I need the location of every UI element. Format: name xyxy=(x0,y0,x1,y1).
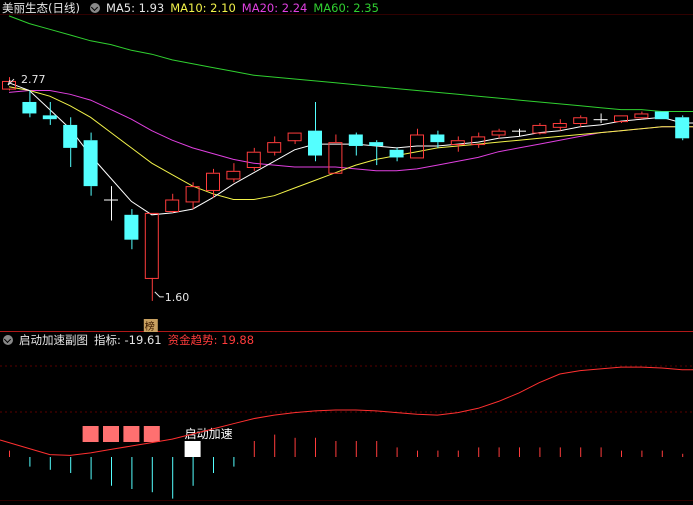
candle xyxy=(654,111,669,120)
candle xyxy=(124,214,139,240)
candle xyxy=(226,170,241,180)
signal-block xyxy=(123,426,140,442)
candle xyxy=(287,132,302,142)
candle xyxy=(165,199,180,212)
index-value-label: 指标: -19.61 xyxy=(94,333,162,347)
candle xyxy=(593,119,608,121)
candle xyxy=(206,172,220,191)
candle xyxy=(491,130,506,136)
candle xyxy=(63,124,78,148)
candle xyxy=(552,123,567,128)
candle xyxy=(267,142,282,153)
signal-block xyxy=(82,426,99,442)
ma60-line xyxy=(8,15,693,112)
chart-canvas: 2.771.60榜启动加速 xyxy=(0,14,693,501)
price-legend: 美丽生态(日线) MA5: 1.93 MA10: 2.10 MA20: 2.24… xyxy=(0,0,385,16)
candle xyxy=(185,186,200,203)
signal-block xyxy=(103,426,119,442)
ma60-label: MA60: 2.35 xyxy=(313,1,379,15)
indicator-settings-icon[interactable] xyxy=(3,335,13,345)
candle xyxy=(634,113,649,119)
candle xyxy=(573,117,588,125)
candle xyxy=(42,115,57,120)
candle xyxy=(308,130,322,156)
start-signal-marker xyxy=(184,441,201,457)
signal-block xyxy=(143,426,160,442)
ma20-line xyxy=(8,90,693,172)
low-arrow-icon xyxy=(154,291,164,298)
candle xyxy=(675,117,690,139)
candle xyxy=(104,199,118,201)
candle xyxy=(83,140,98,187)
indicator-legend: 启动加速副图 指标: -19.61 资金趋势: 19.88 xyxy=(0,332,260,348)
fund-trend-line xyxy=(0,366,693,456)
high-price-label: 2.77 xyxy=(21,73,46,86)
candle xyxy=(369,142,384,146)
price-settings-icon[interactable] xyxy=(89,3,100,13)
candle xyxy=(430,134,445,143)
candle xyxy=(144,212,159,279)
stock-title: 美丽生态(日线) xyxy=(2,1,80,15)
ma10-label: MA10: 2.10 xyxy=(170,1,236,15)
candle xyxy=(22,101,37,114)
fund-trend-label: 资金趋势: 19.88 xyxy=(167,333,255,347)
kline-chart-window: 2.77 1.60 榜启动加速 美丽生态(日线) MA5: 1.93 MA10: 2… xyxy=(0,0,693,501)
indicator-title: 启动加速副图 xyxy=(19,333,88,347)
candle xyxy=(512,130,526,132)
candle xyxy=(246,151,261,168)
ma5-label: MA5: 1.93 xyxy=(105,1,165,15)
candle xyxy=(328,142,343,174)
ma20-label: MA20: 2.24 xyxy=(241,1,308,15)
low-price-label: 1.60 xyxy=(165,291,190,304)
candle xyxy=(389,149,404,158)
candle xyxy=(348,134,363,146)
